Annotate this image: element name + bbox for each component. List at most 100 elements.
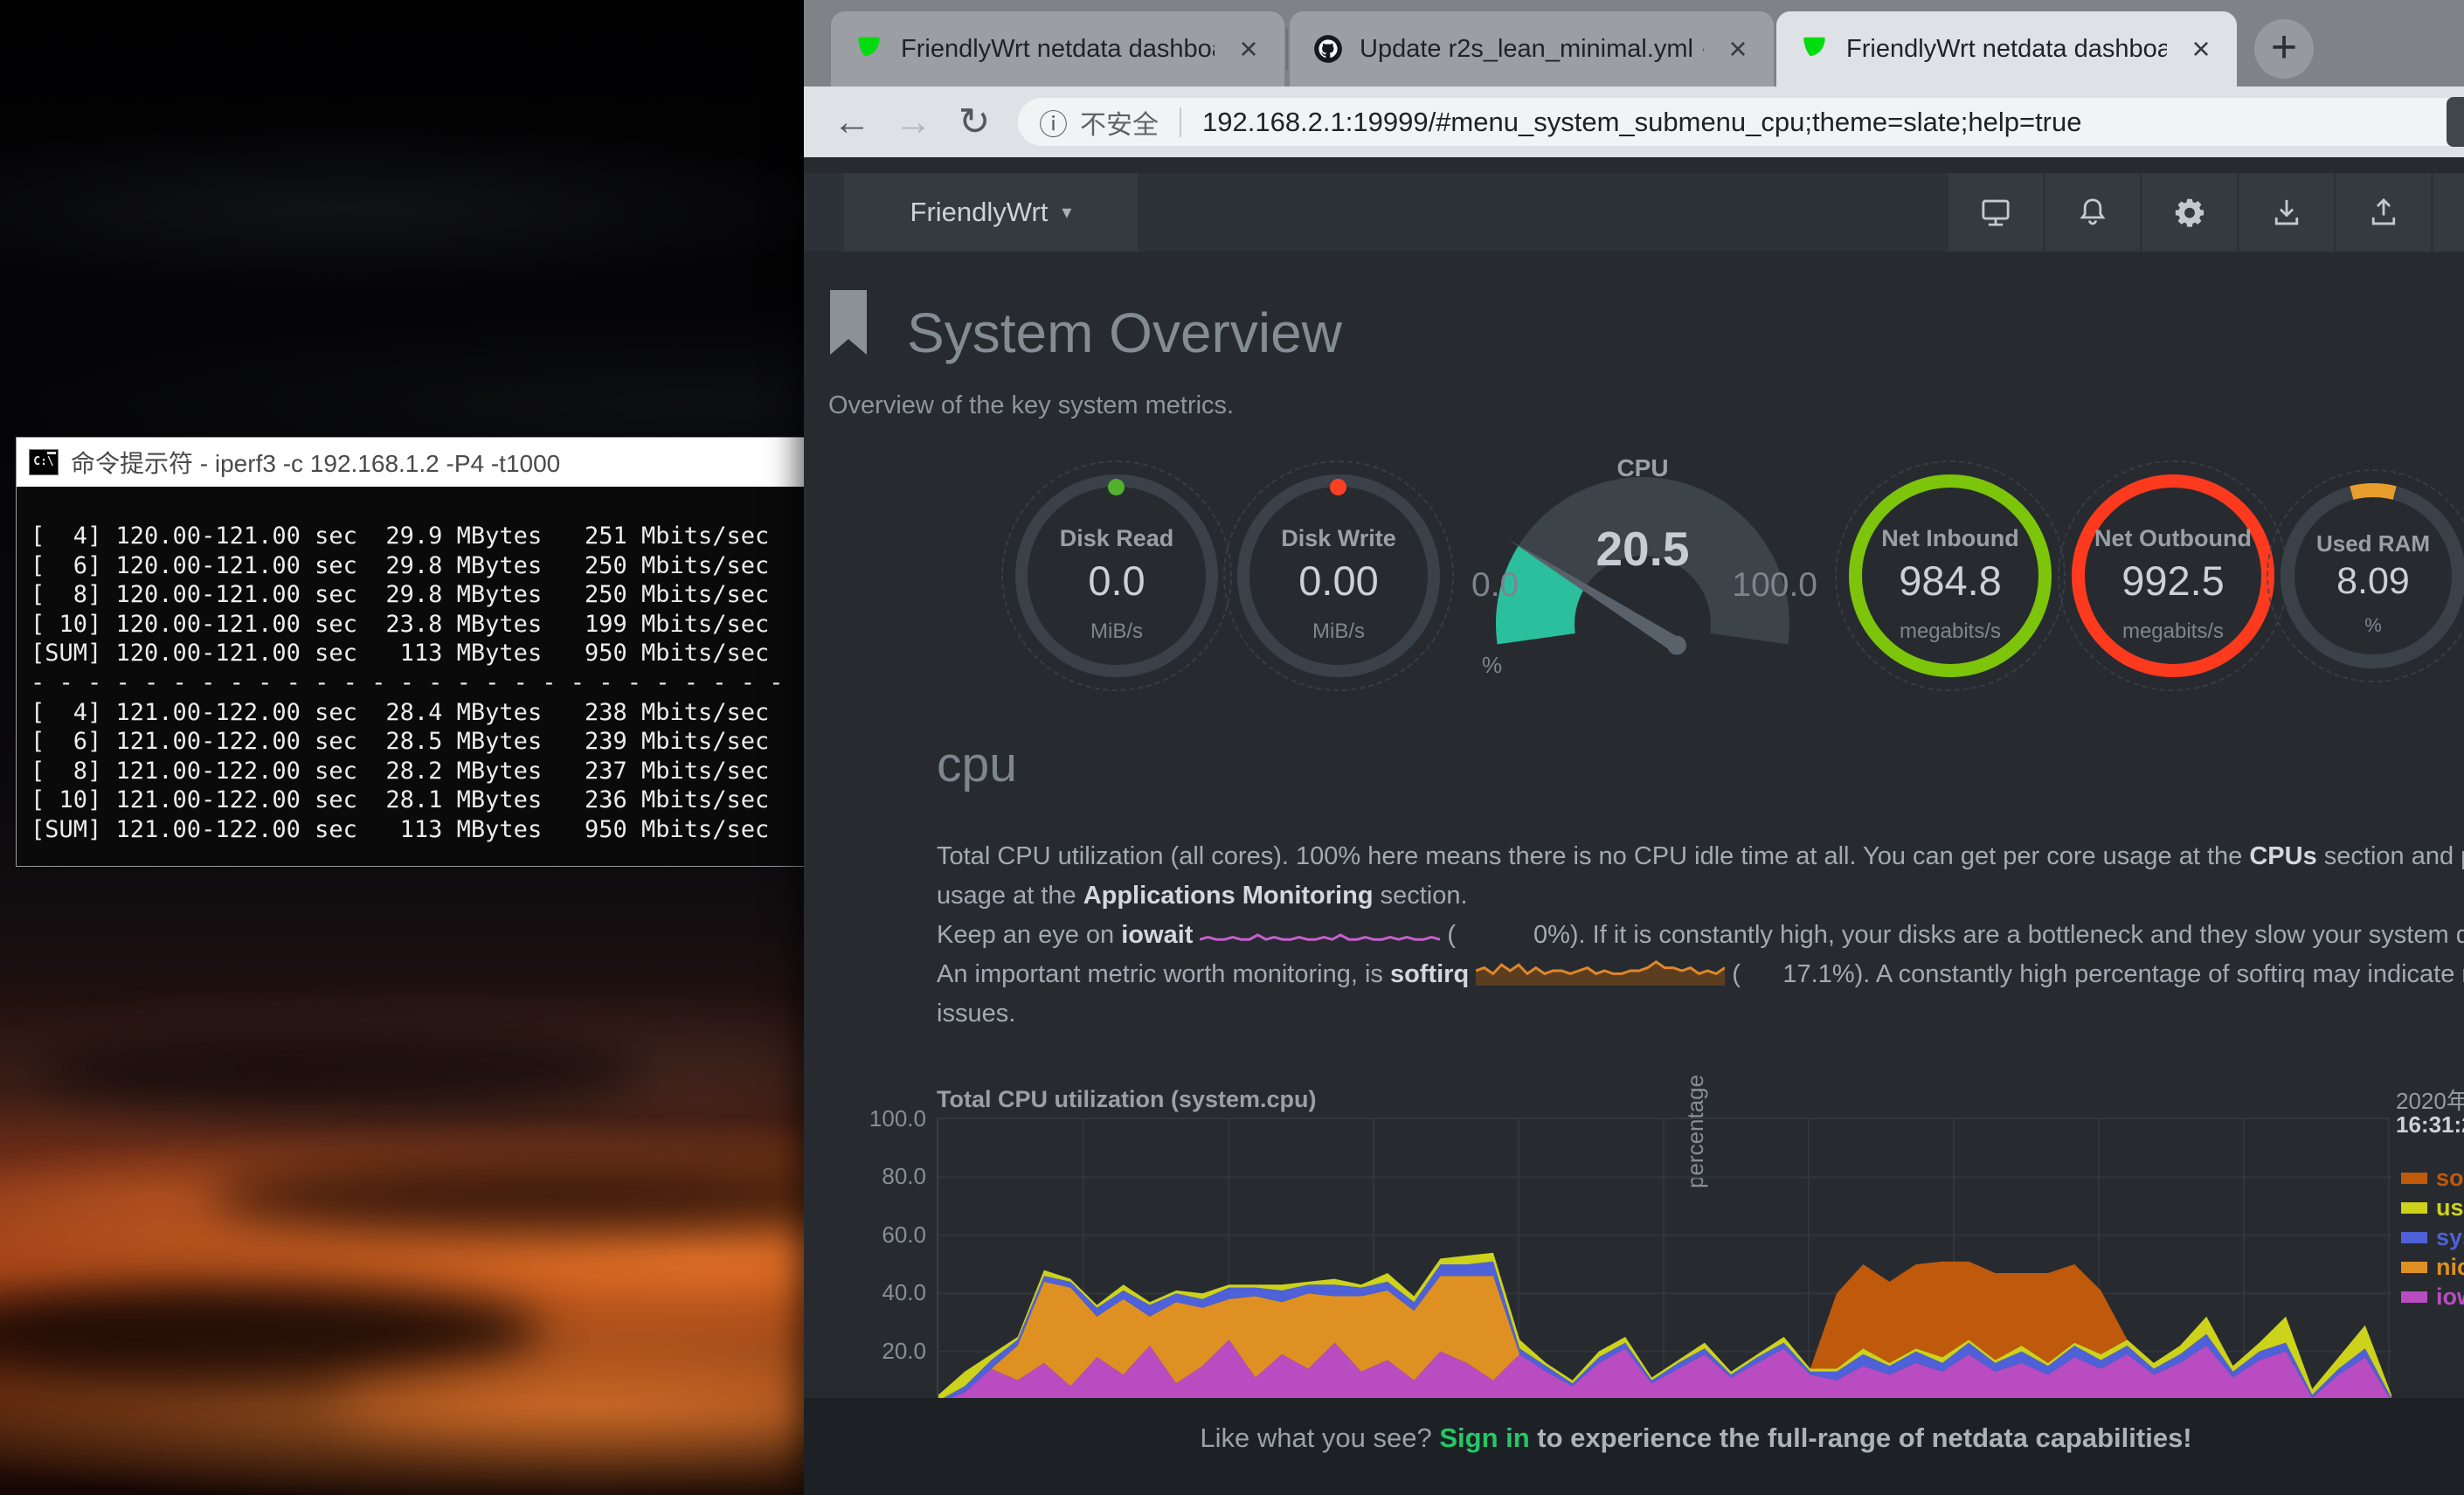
gauge-dot xyxy=(1108,479,1125,495)
chevron-down-icon: ▾ xyxy=(1062,201,1071,224)
page-subtitle: Overview of the key system metrics. xyxy=(828,391,1234,420)
legend-item-iowait[interactable]: iowait xyxy=(2401,1284,2464,1309)
browser-toolbar: ← → ↻ ⓘ 不安全 192.168.2.1:19999/#menu_syst… xyxy=(804,87,2464,157)
import-snapshot-button[interactable] xyxy=(2239,173,2334,252)
host-selector-dropdown[interactable]: FriendlyWrt ▾ xyxy=(844,173,1138,252)
net-inbound-gauge[interactable]: Net Inbound 984.8 megabits/s xyxy=(1849,474,2052,677)
netdata-icon xyxy=(854,33,885,65)
cpu-utilization-chart[interactable] xyxy=(937,1118,2390,1408)
tab-close-icon[interactable]: × xyxy=(1720,31,1756,67)
gauge-value: 8.09 xyxy=(2272,560,2464,603)
terminal-line: [ 8] 120.00-121.00 sec 29.8 MBytes 250 M… xyxy=(31,580,889,610)
netdata-header: FriendlyWrt ▾ xyxy=(804,173,2464,252)
gauge-unit: MiB/s xyxy=(1237,619,1440,644)
text: Like what you see? xyxy=(1200,1422,1439,1453)
section-title-cpu: cpu xyxy=(937,736,1017,793)
browser-window: FriendlyWrt netdata dashboard × Update r… xyxy=(804,0,2464,1495)
disk-write-gauge[interactable]: Disk Write 0.00 MiB/s xyxy=(1237,474,1440,677)
security-label[interactable]: 不安全 xyxy=(1080,103,1159,142)
legend-item-system[interactable]: system xyxy=(2401,1225,2464,1249)
alarms-button[interactable] xyxy=(2045,173,2140,252)
sign-in-link[interactable]: Sign in xyxy=(1439,1422,1529,1453)
text: Total CPU utilization (all cores). 100% … xyxy=(937,842,2249,870)
y-tick-label: 40.0 xyxy=(849,1279,926,1306)
signin-text: Like what you see? Sign in to experience… xyxy=(804,1422,2464,1454)
chart-legend: softirquser system nice iowait xyxy=(2401,1166,2464,1314)
legend-item-user[interactable]: user xyxy=(2401,1195,2464,1220)
gauge-value: 992.5 xyxy=(2072,557,2274,605)
terminal-line: [ 8] 121.00-122.00 sec 28.2 MBytes 237 M… xyxy=(31,757,889,786)
tab-close-icon[interactable]: × xyxy=(1230,31,1267,67)
chart-time: 16:31:2 xyxy=(2396,1111,2464,1139)
legend-swatch xyxy=(2401,1173,2427,1184)
legend-label: iowait xyxy=(2436,1284,2464,1311)
terminal-line: [ 4] 120.00-121.00 sec 29.9 MBytes 251 M… xyxy=(31,522,889,551)
terminal-line: [SUM] 121.00-122.00 sec 113 MBytes 950 M… xyxy=(31,815,889,845)
tab-title: Update r2s_lean_minimal.yml · k xyxy=(1360,35,1704,64)
cpu-description: Total CPU utilization (all cores). 100% … xyxy=(937,837,2464,1034)
github-icon xyxy=(1312,33,1344,65)
legend-swatch xyxy=(2401,1202,2427,1214)
tab-netdata-1[interactable]: FriendlyWrt netdata dashboard × xyxy=(831,11,1284,87)
header-extra-cell[interactable] xyxy=(2433,173,2464,252)
tab-netdata-2-active[interactable]: FriendlyWrt netdata dashboard × xyxy=(1776,11,2237,87)
signin-banner: Like what you see? Sign in to experience… xyxy=(804,1398,2464,1495)
disk-read-gauge[interactable]: Disk Read 0.0 MiB/s xyxy=(1015,474,1218,677)
legend-label: softirq xyxy=(2436,1165,2464,1192)
net-outbound-gauge[interactable]: Net Outbound 992.5 megabits/s xyxy=(2072,474,2274,677)
tab-close-icon[interactable]: × xyxy=(2183,31,2219,67)
forward-button[interactable]: → xyxy=(882,100,944,144)
text: ( xyxy=(1732,960,1741,988)
stacked-area-plot xyxy=(938,1119,2391,1409)
terminal-titlebar[interactable]: C:\ 命令提示符 - iperf3 -c 192.168.1.2 -P4 -t… xyxy=(17,438,889,487)
settings-button[interactable] xyxy=(2142,173,2237,252)
bell-icon xyxy=(2075,195,2110,230)
monitor-icon xyxy=(1978,195,2013,230)
nodes-view-button[interactable] xyxy=(1948,173,2043,252)
export-snapshot-button[interactable] xyxy=(2336,173,2431,252)
cmd-icon: C:\ xyxy=(29,449,59,475)
terminal-output: [ 4] 120.00-121.00 sec 29.9 MBytes 251 M… xyxy=(17,487,889,845)
paragraph: An important metric worth monitoring, is… xyxy=(937,955,2464,1034)
iowait-term: iowait xyxy=(1121,921,1193,949)
chart-title: Total CPU utilization (system.cpu) xyxy=(937,1086,1317,1113)
y-tick-label: 60.0 xyxy=(849,1222,926,1249)
gauge-unit: megabits/s xyxy=(2072,619,2274,644)
terminal-separator-line: - - - - - - - - - - - - - - - - - - - - … xyxy=(31,668,889,698)
gauge-label: Net Outbound xyxy=(2072,525,2274,552)
terminal-line: [ 6] 121.00-122.00 sec 28.5 MBytes 239 M… xyxy=(31,727,889,757)
legend-item-nice[interactable]: nice xyxy=(2401,1255,2464,1279)
gauge-value: 984.8 xyxy=(1849,557,2052,605)
browser-profile-button[interactable] xyxy=(2447,97,2464,147)
back-button[interactable]: ← xyxy=(821,100,882,144)
y-tick-label: 20.0 xyxy=(849,1338,926,1365)
paragraph: Total CPU utilization (all cores). 100% … xyxy=(937,837,2464,916)
cpu-gauge[interactable]: CPU 20.5 0.0 100.0 % xyxy=(1459,454,1826,716)
legend-label: user xyxy=(2436,1194,2464,1222)
site-info-icon[interactable]: ⓘ xyxy=(1039,101,1068,143)
softirq-term: softirq xyxy=(1390,960,1469,988)
used-ram-gauge[interactable]: Used RAM 8.09 % xyxy=(2272,474,2464,677)
legend-swatch xyxy=(2401,1262,2427,1273)
new-tab-button[interactable]: + xyxy=(2254,19,2314,79)
gauge-value: 0.0 xyxy=(1015,557,1218,605)
bookmark-icon xyxy=(828,290,869,356)
terminal-line: [ 6] 120.00-121.00 sec 29.8 MBytes 250 M… xyxy=(31,551,889,581)
omnibox-separator xyxy=(1180,107,1181,137)
paragraph: Keep an eye on iowait(0%). If it is cons… xyxy=(937,916,2464,955)
tab-github[interactable]: Update r2s_lean_minimal.yml · k × xyxy=(1290,11,1774,87)
terminal-window: C:\ 命令提示符 - iperf3 -c 192.168.1.2 -P4 -t… xyxy=(16,437,889,867)
reload-button[interactable]: ↻ xyxy=(944,100,1005,144)
cloud-shape xyxy=(35,1031,647,1110)
terminal-line: [ 10] 121.00-122.00 sec 28.1 MBytes 236 … xyxy=(31,786,889,815)
tab-title: FriendlyWrt netdata dashboard xyxy=(901,35,1215,64)
gauge-unit: megabits/s xyxy=(1849,619,2052,644)
iowait-value: 0 xyxy=(1456,916,1547,955)
terminal-line: [SUM] 120.00-121.00 sec 113 MBytes 950 M… xyxy=(31,639,889,668)
address-bar[interactable]: ⓘ 不安全 192.168.2.1:19999/#menu_system_sub… xyxy=(1018,98,2464,146)
text: ( xyxy=(1447,921,1456,949)
applications-monitoring-link: Applications Monitoring xyxy=(1083,882,1374,910)
iowait-sparkline xyxy=(1200,924,1440,946)
url-text[interactable]: 192.168.2.1:19999/#menu_system_submenu_c… xyxy=(1202,107,2082,138)
legend-item-softirq[interactable]: softirq xyxy=(2401,1166,2464,1190)
